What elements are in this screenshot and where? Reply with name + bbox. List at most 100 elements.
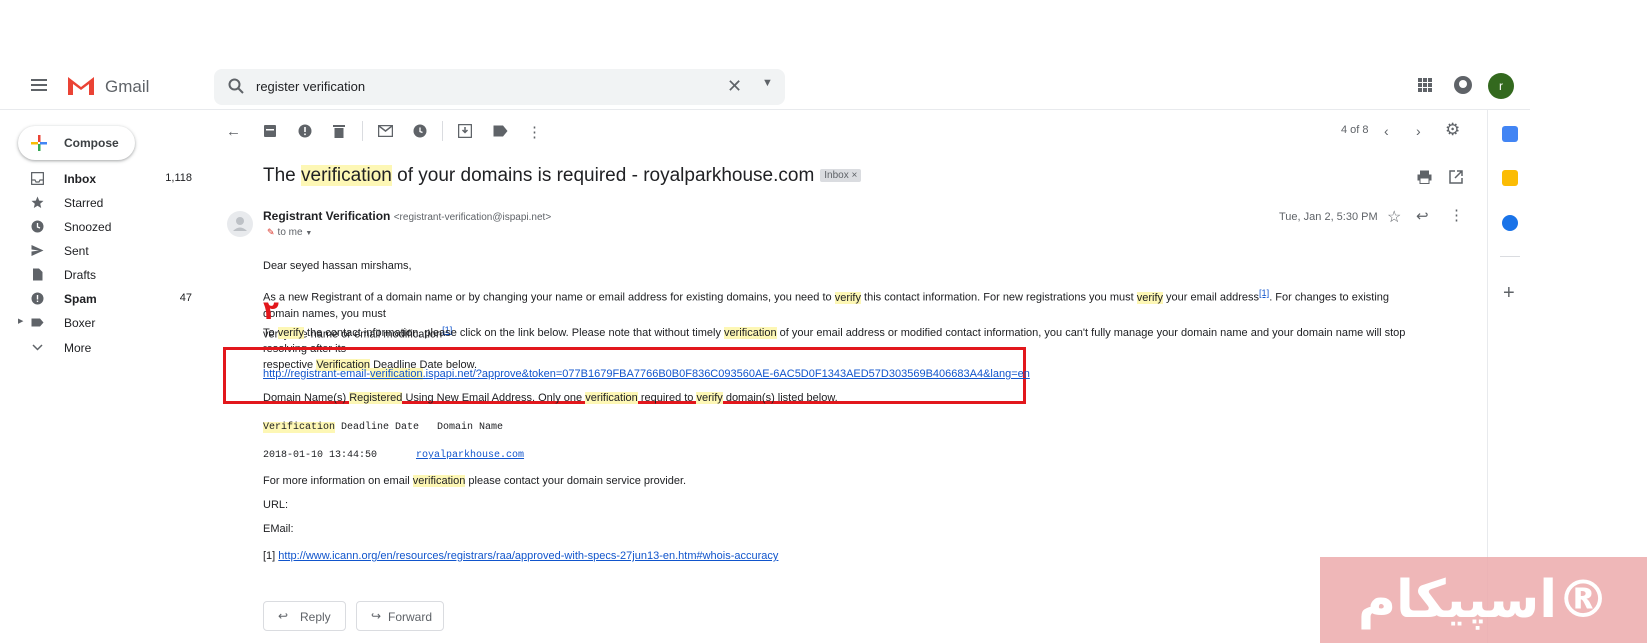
- compose-button[interactable]: Compose: [18, 126, 135, 160]
- main-menu-icon[interactable]: [31, 79, 47, 91]
- domain-link[interactable]: royalparkhouse.com: [416, 448, 524, 464]
- table-header: Verification Deadline Date Domain Name: [263, 420, 503, 436]
- apps-grid-icon[interactable]: [1418, 78, 1432, 92]
- side-panel-separator: [1500, 256, 1520, 257]
- email-label: EMail:: [263, 523, 294, 535]
- unread-count: 47: [179, 292, 192, 304]
- body-text: For more information on email: [263, 475, 413, 487]
- link-text[interactable]: verification: [369, 368, 423, 380]
- forward-icon: ↪: [371, 609, 382, 623]
- sidebar-item-drafts[interactable]: Drafts: [0, 263, 200, 287]
- search-input[interactable]: register verification: [256, 79, 365, 94]
- sidebar-item-label: Starred: [64, 196, 104, 210]
- add-addon-icon[interactable]: +: [1503, 282, 1515, 305]
- search-bar[interactable]: register verification ✕ ▼: [214, 69, 785, 105]
- greeting: Dear seyed hassan mirshams,: [263, 260, 412, 272]
- older-icon[interactable]: ›: [1416, 123, 1421, 139]
- sidebar-item-inbox[interactable]: Inbox 1,118: [0, 167, 200, 191]
- subject-text: The: [263, 165, 302, 186]
- body-text: please contact your domain service provi…: [465, 475, 687, 487]
- search-options-icon[interactable]: ▼: [762, 77, 773, 89]
- delete-icon[interactable]: [333, 124, 345, 138]
- reply-icon[interactable]: ↩: [1416, 207, 1429, 225]
- reply-label: Reply: [300, 610, 331, 624]
- body-text: your email address: [1163, 291, 1259, 304]
- star-icon[interactable]: ☆: [1387, 207, 1401, 227]
- link-text[interactable]: .ispapi.net/?approve&token=077B1679FBA77…: [423, 368, 1030, 380]
- paragraph-4: For more information on email verificati…: [263, 473, 686, 489]
- keep-icon[interactable]: [1502, 170, 1518, 186]
- gmail-logo[interactable]: [66, 75, 96, 102]
- send-icon: [31, 245, 44, 256]
- body-text: this contact information. For new regist…: [860, 291, 1137, 304]
- more-actions-icon[interactable]: ⋮: [1449, 206, 1464, 224]
- reference-line: [1] http://www.icann.org/en/resources/re…: [263, 548, 778, 564]
- show-details-icon[interactable]: ▼: [305, 230, 312, 237]
- newer-icon[interactable]: ‹: [1384, 123, 1389, 139]
- body-text: [1]: [263, 550, 279, 562]
- footnote-link[interactable]: [1]: [1259, 288, 1269, 298]
- search-icon[interactable]: [228, 78, 244, 94]
- draft-icon: [33, 268, 43, 281]
- sidebar-item-sent[interactable]: Sent: [0, 239, 200, 263]
- highlight: verify: [696, 392, 723, 404]
- sidebar-item-boxer[interactable]: ▶ Boxer: [0, 311, 200, 335]
- sidebar-item-label: Inbox: [64, 172, 96, 186]
- move-to-icon[interactable]: [458, 124, 472, 138]
- highlight: verify: [277, 327, 304, 339]
- watermark-logo: اسپیکام®: [1320, 557, 1647, 643]
- sidebar-item-label: Boxer: [64, 316, 96, 330]
- recipient-text: to me: [277, 227, 303, 238]
- expand-arrow-icon[interactable]: ▶: [18, 317, 23, 325]
- toolbar-divider: [362, 121, 363, 141]
- highlight: verification: [412, 475, 466, 487]
- inbox-icon: [31, 172, 44, 185]
- paragraph-3: Domain Name(s) Registered Using New Emai…: [263, 390, 838, 406]
- highlight: verify: [1136, 291, 1163, 304]
- sender-name: Registrant Verification: [263, 209, 391, 223]
- reply-icon: ↩: [278, 609, 289, 623]
- sidebar-item-more[interactable]: More: [0, 336, 200, 360]
- print-icon[interactable]: [1417, 170, 1432, 184]
- settings-gear-icon[interactable]: ⚙: [1445, 120, 1460, 140]
- labels-icon[interactable]: [493, 125, 508, 137]
- chevron-down-icon: [32, 344, 43, 351]
- recipient-line[interactable]: ✎ to me ▼: [267, 227, 312, 238]
- sidebar-item-spam[interactable]: Spam 47: [0, 287, 200, 311]
- inbox-label-badge[interactable]: Inbox ×: [820, 169, 862, 182]
- account-avatar[interactable]: r: [1488, 73, 1514, 99]
- pagination-text: 4 of 8: [1341, 124, 1369, 136]
- body-text: domain(s) listed below.: [722, 392, 838, 404]
- calendar-icon[interactable]: [1502, 126, 1518, 142]
- open-new-window-icon[interactable]: [1449, 170, 1463, 184]
- tasks-icon[interactable]: [1502, 215, 1518, 231]
- verification-link[interactable]: http://registrant-email-verification.isp…: [263, 366, 1030, 382]
- clear-search-icon[interactable]: ✕: [727, 76, 742, 97]
- highlight: verification: [585, 392, 638, 404]
- notifications-icon[interactable]: [1454, 76, 1472, 94]
- more-options-icon[interactable]: ⋮: [527, 123, 542, 141]
- forward-button[interactable]: ↪ Forward: [356, 601, 444, 631]
- archive-icon[interactable]: [263, 124, 277, 138]
- mark-unread-icon[interactable]: [378, 125, 393, 137]
- sidebar-item-starred[interactable]: Starred: [0, 191, 200, 215]
- report-spam-icon[interactable]: [298, 124, 312, 138]
- link-text[interactable]: http://registrant-email-: [263, 368, 370, 380]
- sidebar-item-snoozed[interactable]: Snoozed: [0, 215, 200, 239]
- star-icon: [31, 196, 44, 208]
- subject-text: of your domains is required - royalparkh…: [391, 165, 815, 186]
- body-text: required to: [637, 392, 697, 404]
- importance-marker-icon[interactable]: ✎: [267, 227, 275, 237]
- highlight: verify: [834, 291, 861, 304]
- reference-link[interactable]: http://www.icann.org/en/resources/regist…: [278, 550, 778, 562]
- app-name: Gmail: [105, 77, 150, 96]
- snooze-icon[interactable]: [413, 124, 427, 138]
- sender-avatar: [227, 211, 253, 237]
- annotation-number: ۲: [263, 296, 279, 326]
- clock-icon: [31, 220, 44, 233]
- reply-button[interactable]: ↩ Reply: [263, 601, 346, 631]
- table-date: 2018-01-10 13:44:50: [263, 450, 378, 461]
- message-subject: The verification of your domains is requ…: [263, 165, 862, 187]
- body-text: the contact information, please click on…: [303, 327, 725, 339]
- back-icon[interactable]: ←: [226, 123, 241, 140]
